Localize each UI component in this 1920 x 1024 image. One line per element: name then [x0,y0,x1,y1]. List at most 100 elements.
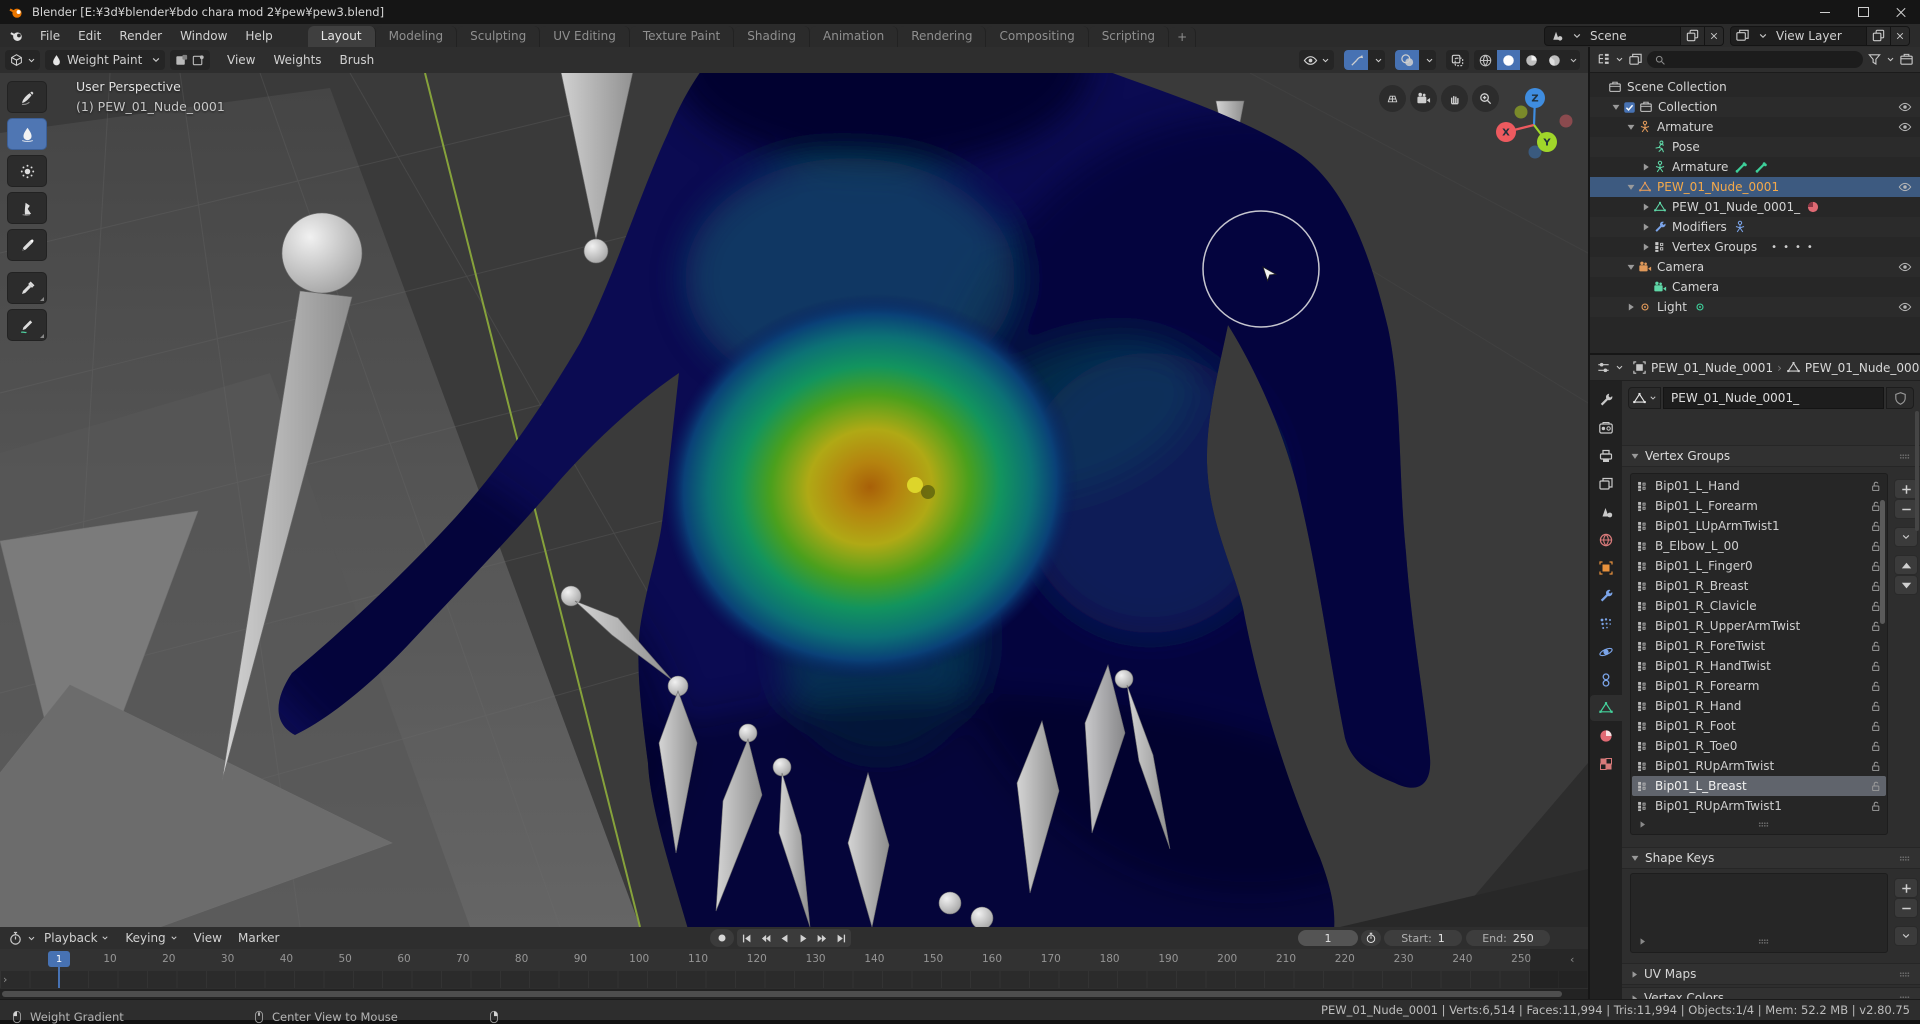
lock-open-icon[interactable] [1869,780,1882,793]
list-grip-icon[interactable] [1756,817,1771,832]
navigation-gizmo[interactable]: Z X Y [1484,73,1584,169]
display-mode-icon[interactable] [1628,52,1643,67]
filter-icon[interactable] [1867,52,1882,67]
properties-tab-view-layer[interactable] [1590,471,1622,497]
lock-open-icon[interactable] [1869,680,1882,693]
disclosure-down-icon[interactable] [1630,451,1640,461]
outliner-row-scene-collection[interactable]: Scene Collection [1590,77,1920,97]
properties-tab-modifiers[interactable] [1590,583,1622,609]
lock-open-icon[interactable] [1869,700,1882,713]
tool-annotate-button[interactable] [7,309,47,341]
disclosure-right-icon[interactable] [1639,222,1653,232]
close-button[interactable] [1882,0,1920,24]
record-button[interactable] [710,929,734,947]
disclosure-right-icon[interactable] [1639,162,1653,172]
workspace-tab-layout[interactable]: Layout [308,26,376,47]
jump-end-button[interactable] [832,929,851,947]
vertex-select-mask-icon[interactable] [191,53,206,68]
vertex-group-row-bip01-l-finger0[interactable]: Bip01_L_Finger0 [1632,556,1886,576]
pan-view-button[interactable] [1441,85,1468,112]
chevron-down-icon[interactable] [1754,27,1772,45]
timeline-ruler[interactable]: 1020304050607080901001101201301401501601… [0,949,1588,972]
vertex-group-row-bip01-r-foretwist[interactable]: Bip01_R_ForeTwist [1632,636,1886,656]
disclosure-down-icon[interactable] [1624,182,1638,192]
disclosure-down-icon[interactable] [1624,122,1638,132]
play-button[interactable] [794,929,813,947]
vertex-group-row-bip01-ruparmtwist[interactable]: Bip01_RUpArmTwist [1632,756,1886,776]
list-grip-icon[interactable] [1756,934,1771,949]
outliner-search-input[interactable] [1647,51,1863,68]
gizmos-toggle[interactable] [1344,50,1385,70]
outliner-row-armature[interactable]: Armature [1590,157,1920,177]
playhead[interactable] [58,967,60,988]
next-key-button[interactable] [813,929,832,947]
maximize-button[interactable] [1844,0,1882,24]
workspace-tab-scripting[interactable]: Scripting [1089,26,1169,47]
close-icon[interactable] [1890,27,1909,45]
vertex-group-row-bip01-luparmtwist1[interactable]: Bip01_LUpArmTwist1 [1632,516,1886,536]
workspace-tab-rendering[interactable]: Rendering [898,26,986,47]
workspace-tab-shading[interactable]: Shading [734,26,810,47]
workspace-tab-[interactable]: + [1169,27,1196,47]
disclosure-down-icon[interactable] [1624,262,1638,272]
tool-average-button[interactable] [7,155,47,187]
vertex-group-row-bip01-l-hand[interactable]: Bip01_L_Hand [1632,476,1886,496]
panel-grip-icon[interactable] [1897,991,1912,1000]
panel-grip-icon[interactable] [1897,851,1912,866]
vertex-group-row-bip01-r-toe0[interactable]: Bip01_R_Toe0 [1632,736,1886,756]
vertex-group-row-bip01-r-forearm[interactable]: Bip01_R_Forearm [1632,676,1886,696]
new-collection-icon[interactable] [1899,52,1914,67]
tool-draw-brush-button[interactable] [7,81,47,113]
add-shape-key-button[interactable] [1894,878,1918,898]
panel-grip-icon[interactable] [1897,967,1912,982]
frame-start-field[interactable]: Start: 1 [1384,930,1462,946]
move-group-up-button[interactable] [1894,555,1918,575]
close-icon[interactable] [1704,27,1723,45]
properties-tab-render[interactable] [1590,415,1622,441]
disclosure-right-icon[interactable] [1638,820,1647,829]
chevron-down-icon[interactable] [1886,55,1895,64]
editor-timeline-icon[interactable] [8,931,23,946]
viewport-menu-brush[interactable]: Brush [331,53,384,67]
vertex-group-row-bip01-ruparmtwist1[interactable]: Bip01_RUpArmTwist1 [1632,796,1886,816]
rendered-shading-icon[interactable] [1543,50,1566,70]
lock-open-icon[interactable] [1869,640,1882,653]
overlays-toggle[interactable] [1395,50,1436,70]
disclosure-right-icon[interactable] [1624,302,1638,312]
chevron-down-icon[interactable] [1615,363,1624,372]
move-group-down-button[interactable] [1894,575,1918,595]
chevron-down-icon[interactable] [1371,56,1385,65]
timeline-menu-keying[interactable]: Keying [117,931,185,945]
vertex-group-row-bip01-r-breast[interactable]: Bip01_R_Breast [1632,576,1886,596]
breadcrumb-data[interactable]: PEW_01_Nude_000 [1805,361,1919,375]
fake-user-shield-button[interactable] [1886,387,1914,409]
vertex-group-row-b-elbow-l-00[interactable]: B_Elbow_L_00 [1632,536,1886,556]
workspace-tab-texture-paint[interactable]: Texture Paint [630,26,734,47]
prev-key-button[interactable] [756,929,775,947]
lock-open-icon[interactable] [1869,580,1882,593]
disclosure-down-icon[interactable] [1630,853,1640,863]
ruler-collapse-icon[interactable]: ‹ [1570,953,1574,966]
timeline-scrollbar[interactable] [0,989,1588,999]
properties-tab-material[interactable] [1590,723,1622,749]
workspace-tab-uv-editing[interactable]: UV Editing [540,26,630,47]
viewport-menu-weights[interactable]: Weights [264,53,330,67]
editor-properties-icon[interactable] [1596,360,1611,375]
visibility-eye-icon[interactable] [1898,260,1912,274]
wireframe-shading-icon[interactable] [1474,50,1497,70]
chevron-down-icon[interactable] [27,934,36,943]
current-frame-badge[interactable]: 1 [48,951,70,967]
outliner-row-modifiers[interactable]: Modifiers [1590,217,1920,237]
menu-render[interactable]: Render [110,29,171,43]
shape-keys-panel-header[interactable]: Shape Keys [1622,847,1920,869]
timeline-tracks[interactable] [0,971,1588,988]
material-shading-icon[interactable] [1520,50,1543,70]
lock-open-icon[interactable] [1869,660,1882,673]
menu-file[interactable]: File [31,29,69,43]
chevron-down-icon[interactable] [1615,55,1624,64]
mesh-datablock-browse[interactable] [1628,387,1661,409]
view-layer-selector[interactable]: View Layer [1730,26,1910,46]
outliner-row-vertex-groups[interactable]: Vertex Groups•••• [1590,237,1920,257]
lock-open-icon[interactable] [1869,720,1882,733]
timeline-menu-view[interactable]: View [186,931,230,945]
